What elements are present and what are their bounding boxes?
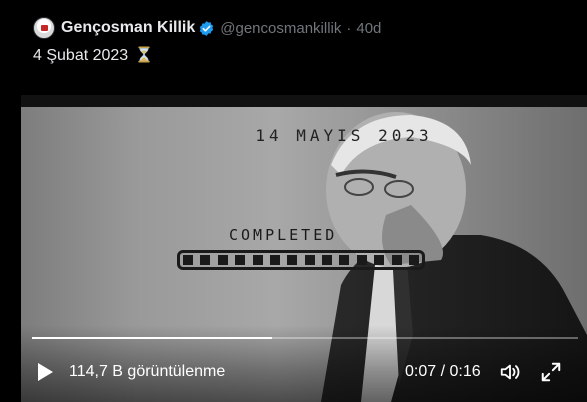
tweet-text: 4 Şubat 2023	[33, 46, 151, 65]
progress-segment	[269, 255, 280, 265]
progress-segment	[391, 255, 402, 265]
author-handle[interactable]: @gencosmankillik	[220, 20, 341, 37]
progress-segment	[235, 255, 246, 265]
avatar[interactable]	[33, 17, 55, 39]
volume-icon[interactable]	[499, 361, 521, 383]
playback-scrubber[interactable]	[32, 337, 578, 339]
progress-segment	[339, 255, 350, 265]
hourglass-icon	[137, 46, 150, 63]
fullscreen-icon[interactable]	[540, 361, 562, 383]
view-count: 114,7 B görüntülenme	[69, 363, 226, 380]
verified-badge-icon[interactable]	[198, 20, 215, 37]
author-name[interactable]: Gençosman Killik	[61, 19, 195, 37]
progress-segment	[322, 255, 332, 265]
video-date-text: 14 MAYIS 2023	[255, 126, 433, 145]
progress-segment	[252, 255, 263, 265]
progress-segment	[304, 255, 315, 265]
tweet-text-content: 4 Şubat 2023	[33, 47, 129, 64]
playback-time: 0:07 / 0:16	[405, 363, 481, 380]
progress-segment	[200, 255, 211, 265]
tweet-age[interactable]: 40d	[356, 20, 381, 37]
progress-segment	[287, 255, 298, 265]
video-progress-bar	[177, 250, 425, 270]
separator-dot: ·	[346, 19, 352, 37]
video-completed-text: COMPLETED	[229, 226, 338, 244]
tweet-header: Gençosman Killik @gencosmankillik · 40d	[33, 17, 381, 39]
progress-segment	[356, 255, 367, 265]
tweet: Gençosman Killik @gencosmankillik · 40d …	[0, 0, 587, 402]
play-icon[interactable]	[36, 362, 54, 382]
progress-segment	[408, 255, 419, 265]
progress-segment	[183, 255, 193, 265]
video-player[interactable]: 14 MAYIS 2023 COMPLETED 114,7 B görüntül…	[21, 95, 587, 402]
playback-scrubber-fill	[32, 337, 273, 339]
progress-segment	[217, 255, 228, 265]
progress-segment	[374, 255, 385, 265]
